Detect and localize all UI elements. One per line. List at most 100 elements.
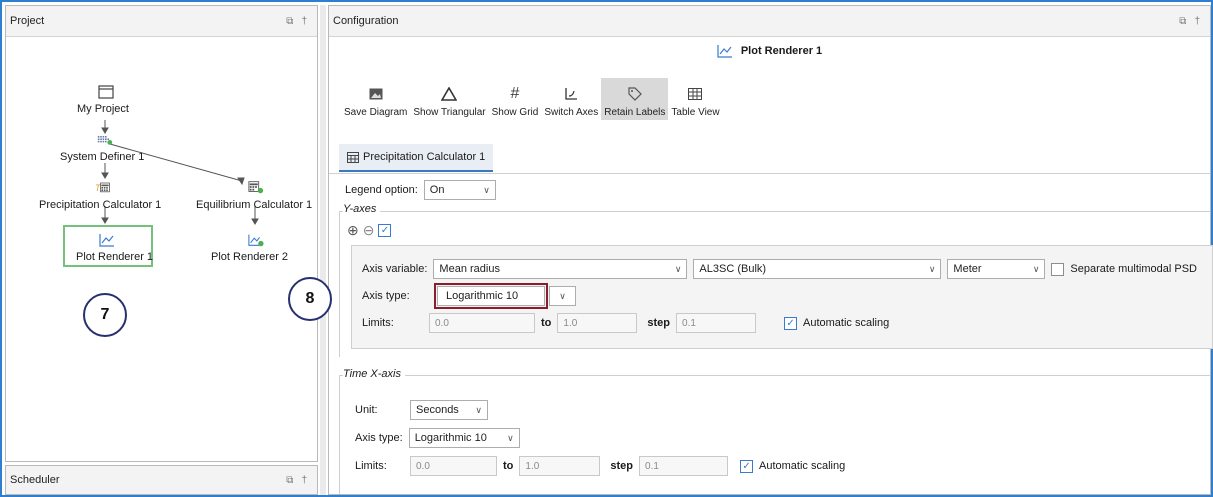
y-step-label: step bbox=[647, 317, 671, 329]
show-triangular-button[interactable]: Show Triangular bbox=[410, 78, 488, 120]
x-auto-scaling-checkbox[interactable]: ✓ bbox=[740, 459, 754, 473]
configuration-panel: Configuration ⧉ † Plot Renderer 1 Save D… bbox=[328, 5, 1213, 495]
y-limit-to-field[interactable]: 1.0 bbox=[557, 313, 638, 333]
scheduler-panel: Scheduler ⧉ † bbox=[5, 465, 318, 495]
x-unit-label: Unit: bbox=[355, 404, 378, 416]
x-step-field[interactable]: 0.1 bbox=[639, 456, 729, 476]
tree-connectors bbox=[101, 120, 259, 225]
tab-divider bbox=[329, 173, 1210, 174]
x-unit-select[interactable]: Seconds ∨ bbox=[410, 400, 488, 420]
chevron-down-icon: ∨ bbox=[1032, 263, 1040, 274]
table-icon bbox=[688, 84, 703, 104]
grid-icon: # bbox=[510, 85, 520, 102]
plot-title-row: Plot Renderer 1 bbox=[329, 44, 1210, 58]
save-diagram-button[interactable]: Save Diagram bbox=[341, 78, 410, 120]
axis-variable-row: Axis variable: Mean radius ∨ AL3SC (Bulk… bbox=[362, 259, 1197, 279]
chevron-down-icon: ∨ bbox=[674, 263, 682, 274]
x-limit-from-field[interactable]: 0.0 bbox=[410, 456, 497, 476]
tree-node-equilibrium-calculator[interactable]: Equilibrium Calculator 1 bbox=[196, 199, 312, 211]
restore-icon[interactable]: ⧉ bbox=[286, 475, 293, 486]
legend-option-select[interactable]: On ∨ bbox=[423, 180, 496, 200]
svg-text:T: T bbox=[95, 183, 101, 193]
unit-select[interactable]: Meter ∨ bbox=[947, 259, 1046, 279]
axis-type-select[interactable]: Logarithmic 10 bbox=[434, 283, 548, 309]
y-to-label: to bbox=[541, 317, 552, 329]
x-auto-scaling-label: Automatic scaling bbox=[759, 460, 846, 472]
tree-node-precipitation-calculator[interactable]: Precipitation Calculator 1 bbox=[39, 199, 161, 211]
retain-labels-button[interactable]: Retain Labels bbox=[601, 78, 669, 120]
tab-precipitation-calculator[interactable]: Precipitation Calculator 1 bbox=[339, 144, 494, 172]
table-view-button[interactable]: Table View bbox=[668, 78, 722, 120]
callout-7: 7 bbox=[83, 293, 127, 337]
y-auto-scaling-label: Automatic scaling bbox=[803, 317, 890, 329]
show-grid-button[interactable]: # Show Grid bbox=[489, 78, 542, 120]
x-limit-to-field[interactable]: 1.0 bbox=[519, 456, 601, 476]
panel-splitter[interactable] bbox=[320, 5, 326, 495]
remove-axis-icon[interactable]: ⊖ bbox=[363, 222, 375, 239]
chevron-down-icon: ∨ bbox=[483, 184, 490, 195]
plot-title: Plot Renderer 1 bbox=[740, 45, 823, 57]
separate-psd-checkbox[interactable] bbox=[1051, 262, 1065, 276]
separate-psd-label: Separate multimodal PSD bbox=[1070, 263, 1197, 275]
tree-node-plot-renderer-2[interactable]: Plot Renderer 2 bbox=[211, 251, 288, 263]
x-limits-row: Limits: 0.0 to 1.0 step 0.1 ✓ Automatic … bbox=[355, 456, 845, 476]
y-auto-scaling-checkbox[interactable]: ✓ bbox=[784, 316, 798, 330]
project-panel-header: Project ⧉ † bbox=[6, 6, 317, 37]
plot-renderer-icon bbox=[99, 234, 114, 247]
pin-icon[interactable]: † bbox=[1194, 16, 1200, 27]
toolbar: Save Diagram Show Triangular # Show Grid… bbox=[341, 78, 723, 120]
restore-icon[interactable]: ⧉ bbox=[286, 16, 293, 27]
tree-node-system-definer[interactable]: System Definer 1 bbox=[60, 151, 144, 163]
axis-variable-label: Axis variable: bbox=[362, 263, 428, 275]
scheduler-title: Scheduler bbox=[10, 474, 60, 486]
chevron-down-icon: ∨ bbox=[559, 290, 566, 301]
restore-icon[interactable]: ⧉ bbox=[1179, 16, 1186, 27]
tree-node-plot-renderer-1[interactable]: Plot Renderer 1 bbox=[76, 251, 153, 263]
y-limits-row: Limits: 0.0 to 1.0 step 0.1 ✓ Automatic … bbox=[362, 313, 889, 333]
x-axis-type-select[interactable]: Logarithmic 10 ∨ bbox=[408, 428, 520, 448]
pin-icon[interactable]: † bbox=[301, 475, 307, 486]
add-axis-icon[interactable]: ⊕ bbox=[347, 222, 359, 239]
configuration-title: Configuration bbox=[333, 15, 399, 27]
y-axes-enable-checkbox[interactable]: ✓ bbox=[378, 224, 392, 237]
x-axis-type-row: Axis type: Logarithmic 10 ∨ bbox=[355, 428, 520, 448]
legend-option-label: Legend option: bbox=[345, 184, 418, 196]
phase-select[interactable]: AL3SC (Bulk) ∨ bbox=[693, 259, 942, 279]
time-x-axis-title: Time X-axis bbox=[343, 368, 405, 380]
equilibrium-calculator-icon bbox=[248, 181, 264, 194]
project-panel-title: Project bbox=[10, 15, 45, 27]
table-icon bbox=[347, 151, 359, 163]
project-window-icon bbox=[98, 85, 114, 99]
axis-variable-select[interactable]: Mean radius ∨ bbox=[433, 259, 688, 279]
axis-type-dropdown-button[interactable]: ∨ bbox=[549, 286, 576, 306]
axis-type-label: Axis type: bbox=[362, 290, 410, 302]
chevron-down-icon: ∨ bbox=[928, 263, 936, 274]
y-limit-from-field[interactable]: 0.0 bbox=[429, 313, 535, 333]
switch-axes-icon bbox=[564, 84, 578, 104]
legend-option-row: Legend option: On ∨ bbox=[345, 180, 496, 200]
y-axes-controls: ⊕ ⊖ ✓ bbox=[347, 222, 392, 239]
y-axes-title: Y-axes bbox=[343, 203, 381, 215]
precipitation-calculator-icon: T bbox=[95, 182, 110, 193]
callout-8: 8 bbox=[288, 277, 332, 321]
tree-node-my-project[interactable]: My Project bbox=[77, 103, 129, 115]
image-icon bbox=[369, 84, 383, 104]
tag-icon bbox=[628, 84, 642, 104]
axis-type-row: Axis type: Logarithmic 10 ∨ bbox=[362, 283, 576, 309]
y-step-field[interactable]: 0.1 bbox=[676, 313, 757, 333]
system-definer-icon bbox=[97, 136, 113, 145]
switch-axes-button[interactable]: Switch Axes bbox=[541, 78, 601, 120]
x-unit-row: Unit: Seconds ∨ bbox=[355, 400, 488, 420]
configuration-body: Plot Renderer 1 Save Diagram Show Triang… bbox=[329, 38, 1213, 494]
x-axis-type-label: Axis type: bbox=[355, 432, 403, 444]
chevron-down-icon: ∨ bbox=[507, 432, 514, 443]
triangle-icon bbox=[441, 84, 458, 104]
pin-icon[interactable]: † bbox=[301, 16, 307, 27]
x-limits-label: Limits: bbox=[355, 460, 387, 472]
configuration-header: Configuration ⧉ † bbox=[329, 6, 1210, 37]
project-tree: My Project System Definer 1 T Precipitat… bbox=[6, 38, 317, 462]
plot-renderer-icon bbox=[717, 45, 732, 58]
plot-renderer-2-icon bbox=[248, 234, 264, 247]
chevron-down-icon: ∨ bbox=[475, 404, 482, 415]
y-limits-label: Limits: bbox=[362, 317, 394, 329]
